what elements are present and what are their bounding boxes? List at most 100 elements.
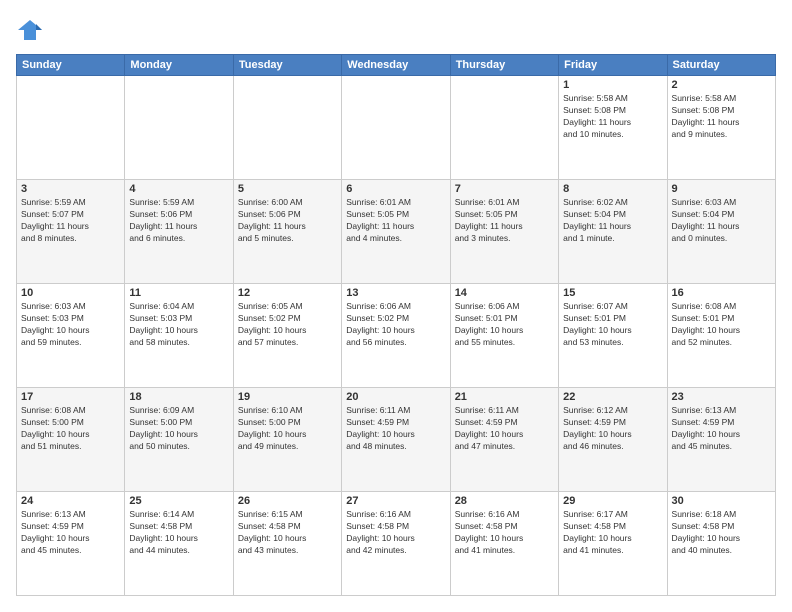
calendar-cell: 6 Sunrise: 6:01 AM Sunset: 5:05 PM Daylig… — [342, 180, 450, 284]
day-info: Sunrise: 6:02 AM Sunset: 5:04 PM Dayligh… — [563, 197, 662, 245]
day-number: 11 — [129, 287, 228, 299]
calendar-cell — [342, 76, 450, 180]
calendar-cell — [450, 76, 558, 180]
week-row-3: 17Sunrise: 6:08 AM Sunset: 5:00 PM Dayli… — [17, 388, 776, 492]
day-number: 8 — [563, 183, 662, 195]
calendar-cell: 27 Sunrise: 6:16 AM Sunset: 4:58 PM Dayli… — [342, 492, 450, 596]
calendar-cell: 17Sunrise: 6:08 AM Sunset: 5:00 PM Dayli… — [17, 388, 125, 492]
day-info: Sunrise: 6:16 AM Sunset: 4:58 PM Dayligh… — [346, 509, 445, 557]
calendar-cell: 14 Sunrise: 6:06 AM Sunset: 5:01 PM Dayli… — [450, 284, 558, 388]
day-number: 22 — [563, 391, 662, 403]
day-info: Sunrise: 5:59 AM Sunset: 5:06 PM Dayligh… — [129, 197, 228, 245]
calendar-cell: 5 Sunrise: 6:00 AM Sunset: 5:06 PM Daylig… — [233, 180, 341, 284]
calendar-cell: 3Sunrise: 5:59 AM Sunset: 5:07 PM Daylig… — [17, 180, 125, 284]
day-info: Sunrise: 6:11 AM Sunset: 4:59 PM Dayligh… — [455, 405, 554, 453]
calendar-cell: 4 Sunrise: 5:59 AM Sunset: 5:06 PM Daylig… — [125, 180, 233, 284]
day-info: Sunrise: 6:14 AM Sunset: 4:58 PM Dayligh… — [129, 509, 228, 557]
day-number: 21 — [455, 391, 554, 403]
day-number: 13 — [346, 287, 445, 299]
week-row-0: 1 Sunrise: 5:58 AM Sunset: 5:08 PM Daylig… — [17, 76, 776, 180]
calendar-cell: 10 Sunrise: 6:03 AM Sunset: 5:03 PM Dayli… — [17, 284, 125, 388]
day-info: Sunrise: 6:09 AM Sunset: 5:00 PM Dayligh… — [129, 405, 228, 453]
header — [16, 16, 776, 44]
day-number: 24 — [21, 495, 120, 507]
day-info: Sunrise: 6:00 AM Sunset: 5:06 PM Dayligh… — [238, 197, 337, 245]
day-number: 16 — [672, 287, 771, 299]
calendar-cell: 15Sunrise: 6:07 AM Sunset: 5:01 PM Dayli… — [559, 284, 667, 388]
day-info: Sunrise: 6:01 AM Sunset: 5:05 PM Dayligh… — [455, 197, 554, 245]
day-number: 6 — [346, 183, 445, 195]
calendar-table: SundayMondayTuesdayWednesdayThursdayFrid… — [16, 54, 776, 596]
day-number: 10 — [21, 287, 120, 299]
day-number: 28 — [455, 495, 554, 507]
calendar-cell: 20 Sunrise: 6:11 AM Sunset: 4:59 PM Dayli… — [342, 388, 450, 492]
day-info: Sunrise: 6:06 AM Sunset: 5:01 PM Dayligh… — [455, 301, 554, 349]
calendar-cell: 8 Sunrise: 6:02 AM Sunset: 5:04 PM Daylig… — [559, 180, 667, 284]
logo-icon — [16, 16, 44, 44]
day-number: 20 — [346, 391, 445, 403]
calendar-cell: 21 Sunrise: 6:11 AM Sunset: 4:59 PM Dayli… — [450, 388, 558, 492]
day-number: 2 — [672, 79, 771, 91]
day-number: 5 — [238, 183, 337, 195]
day-number: 26 — [238, 495, 337, 507]
day-header-wednesday: Wednesday — [342, 55, 450, 76]
calendar-cell: 19 Sunrise: 6:10 AM Sunset: 5:00 PM Dayli… — [233, 388, 341, 492]
day-header-saturday: Saturday — [667, 55, 775, 76]
calendar-cell: 12 Sunrise: 6:05 AM Sunset: 5:02 PM Dayli… — [233, 284, 341, 388]
day-number: 19 — [238, 391, 337, 403]
calendar-cell: 11Sunrise: 6:04 AM Sunset: 5:03 PM Dayli… — [125, 284, 233, 388]
calendar-cell: 22 Sunrise: 6:12 AM Sunset: 4:59 PM Dayli… — [559, 388, 667, 492]
day-header-tuesday: Tuesday — [233, 55, 341, 76]
day-info: Sunrise: 6:08 AM Sunset: 5:00 PM Dayligh… — [21, 405, 120, 453]
day-info: Sunrise: 6:15 AM Sunset: 4:58 PM Dayligh… — [238, 509, 337, 557]
day-info: Sunrise: 6:05 AM Sunset: 5:02 PM Dayligh… — [238, 301, 337, 349]
calendar-cell — [233, 76, 341, 180]
calendar-cell: 1Sunrise: 5:58 AM Sunset: 5:08 PM Daylig… — [559, 76, 667, 180]
day-number: 1 — [563, 79, 662, 91]
day-number: 7 — [455, 183, 554, 195]
calendar-cell: 2 Sunrise: 5:58 AM Sunset: 5:08 PM Daylig… — [667, 76, 775, 180]
day-info: Sunrise: 6:11 AM Sunset: 4:59 PM Dayligh… — [346, 405, 445, 453]
day-info: Sunrise: 6:16 AM Sunset: 4:58 PM Dayligh… — [455, 509, 554, 557]
day-number: 18 — [129, 391, 228, 403]
calendar-cell: 28 Sunrise: 6:16 AM Sunset: 4:58 PM Dayli… — [450, 492, 558, 596]
day-info: Sunrise: 6:03 AM Sunset: 5:03 PM Dayligh… — [21, 301, 120, 349]
day-number: 29 — [563, 495, 662, 507]
calendar-cell: 18 Sunrise: 6:09 AM Sunset: 5:00 PM Dayli… — [125, 388, 233, 492]
page: SundayMondayTuesdayWednesdayThursdayFrid… — [0, 0, 792, 612]
day-number: 25 — [129, 495, 228, 507]
day-info: Sunrise: 6:10 AM Sunset: 5:00 PM Dayligh… — [238, 405, 337, 453]
calendar-cell: 13 Sunrise: 6:06 AM Sunset: 5:02 PM Dayli… — [342, 284, 450, 388]
day-number: 30 — [672, 495, 771, 507]
day-number: 14 — [455, 287, 554, 299]
day-info: Sunrise: 6:13 AM Sunset: 4:59 PM Dayligh… — [672, 405, 771, 453]
day-number: 15 — [563, 287, 662, 299]
day-info: Sunrise: 6:17 AM Sunset: 4:58 PM Dayligh… — [563, 509, 662, 557]
day-info: Sunrise: 6:13 AM Sunset: 4:59 PM Dayligh… — [21, 509, 120, 557]
day-info: Sunrise: 6:06 AM Sunset: 5:02 PM Dayligh… — [346, 301, 445, 349]
calendar-cell: 23 Sunrise: 6:13 AM Sunset: 4:59 PM Dayli… — [667, 388, 775, 492]
week-row-1: 3Sunrise: 5:59 AM Sunset: 5:07 PM Daylig… — [17, 180, 776, 284]
logo — [16, 16, 48, 44]
calendar-cell: 9Sunrise: 6:03 AM Sunset: 5:04 PM Daylig… — [667, 180, 775, 284]
day-number: 9 — [672, 183, 771, 195]
day-header-sunday: Sunday — [17, 55, 125, 76]
day-info: Sunrise: 6:01 AM Sunset: 5:05 PM Dayligh… — [346, 197, 445, 245]
day-number: 4 — [129, 183, 228, 195]
calendar-cell: 24 Sunrise: 6:13 AM Sunset: 4:59 PM Dayli… — [17, 492, 125, 596]
day-number: 27 — [346, 495, 445, 507]
day-number: 12 — [238, 287, 337, 299]
day-info: Sunrise: 6:08 AM Sunset: 5:01 PM Dayligh… — [672, 301, 771, 349]
day-header-thursday: Thursday — [450, 55, 558, 76]
day-info: Sunrise: 6:12 AM Sunset: 4:59 PM Dayligh… — [563, 405, 662, 453]
calendar-cell — [125, 76, 233, 180]
day-number: 23 — [672, 391, 771, 403]
calendar-cell — [17, 76, 125, 180]
calendar-cell: 7 Sunrise: 6:01 AM Sunset: 5:05 PM Daylig… — [450, 180, 558, 284]
day-number: 3 — [21, 183, 120, 195]
calendar-cell: 30 Sunrise: 6:18 AM Sunset: 4:58 PM Dayli… — [667, 492, 775, 596]
day-header-friday: Friday — [559, 55, 667, 76]
calendar-header-row: SundayMondayTuesdayWednesdayThursdayFrid… — [17, 55, 776, 76]
day-info: Sunrise: 6:18 AM Sunset: 4:58 PM Dayligh… — [672, 509, 771, 557]
day-info: Sunrise: 5:58 AM Sunset: 5:08 PM Dayligh… — [672, 93, 771, 141]
